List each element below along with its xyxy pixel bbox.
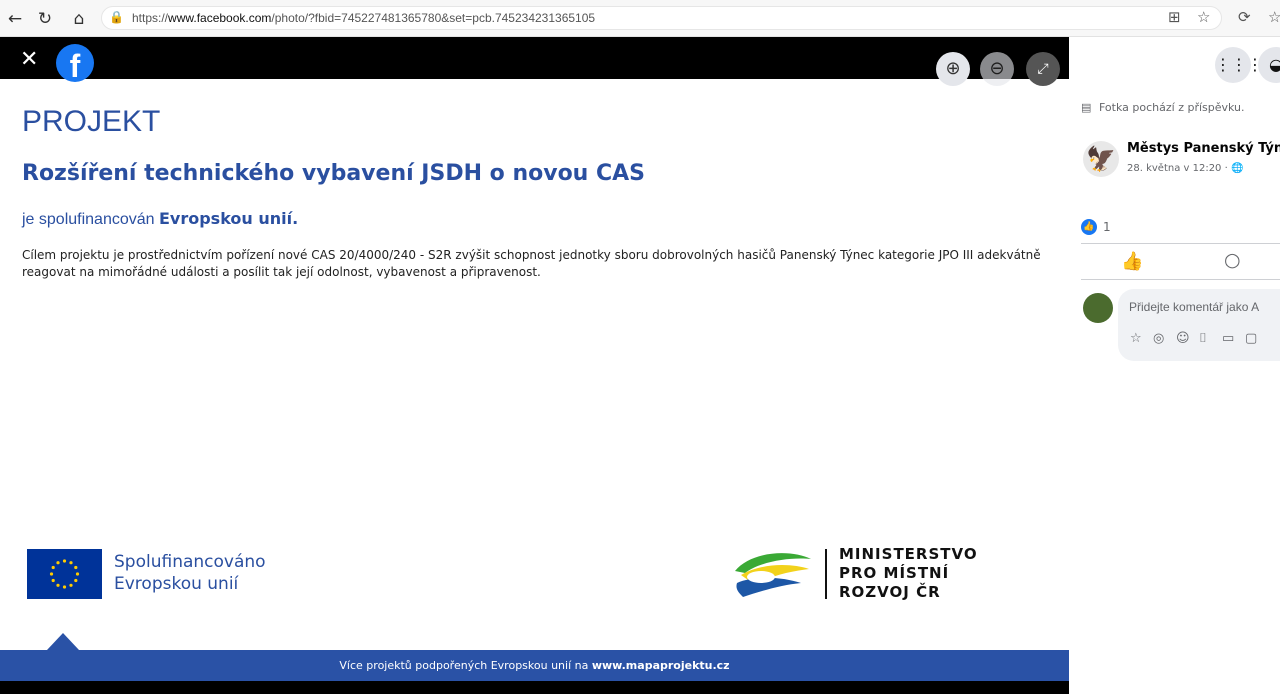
mmr-divider (825, 549, 827, 599)
browser-toolbar: ← ↻ ⌂ 🔒 https://www.facebook.com/photo/?… (0, 0, 1280, 37)
messenger-icon[interactable]: ◒ (1258, 47, 1280, 83)
zoom-in-icon[interactable]: ⊕ (936, 52, 970, 86)
emoji-icon[interactable]: ☺ (1176, 331, 1190, 346)
divider (1081, 279, 1280, 280)
mmr-logo-icon (731, 545, 815, 601)
url-text: https://www.facebook.com/photo/?fbid=745… (132, 11, 596, 25)
poster-triangle (47, 633, 79, 650)
author-avatar[interactable]: 🦅 (1083, 141, 1119, 177)
address-bar[interactable]: 🔒 https://www.facebook.com/photo/?fbid=7… (101, 6, 1222, 30)
avatar-sticker-icon[interactable]: ☆ (1130, 331, 1142, 346)
favorite-star-icon[interactable]: ☆ (1197, 8, 1210, 26)
favorites-icon[interactable]: ☆ (1268, 8, 1280, 26)
post-date[interactable]: 28. května v 12:20 · 🌐 (1127, 163, 1243, 174)
gif-icon[interactable]: ▭ (1222, 331, 1234, 346)
user-avatar[interactable] (1083, 293, 1113, 323)
author-name[interactable]: Městys Panenský Týnec (1127, 141, 1280, 156)
cofinanced-line: je spolufinancován Evropskou unií. (22, 209, 299, 228)
apps-menu-icon[interactable]: ⋮⋮⋮ (1215, 47, 1263, 83)
poster-title: PROJEKT (22, 105, 161, 138)
mask-icon[interactable]: ◎ (1153, 331, 1164, 346)
split-screen-icon[interactable]: ⊞ (1168, 8, 1181, 26)
mmr-name: MINISTERSTVO PRO MÍSTNÍ ROZVOJ ČR (839, 545, 978, 601)
post-icon: ▤ (1081, 101, 1092, 114)
post-side-panel: ⋮⋮⋮ ◒ ▤ Fotka pochází z příspěvku. 🦅 Měst… (1069, 37, 1280, 694)
viewer-topbar (0, 37, 1069, 79)
sticker-icon[interactable]: ▢ (1245, 331, 1257, 346)
like-button-icon[interactable]: 👍 (1121, 251, 1143, 272)
comment-button-icon[interactable]: ○ (1224, 249, 1241, 271)
lock-icon[interactable]: 🔒 (109, 10, 124, 24)
divider (1081, 243, 1280, 244)
poster-footer-band: Více projektů podpořených Evropskou unií… (0, 650, 1069, 681)
photo-viewer: ✕ f ⊕ ⊖ ⤢ PROJEKT Rozšíření technického … (0, 37, 1069, 694)
project-name: Rozšíření technického vybavení JSDH o no… (22, 161, 646, 186)
photo-origin[interactable]: ▤ Fotka pochází z příspěvku. (1081, 101, 1245, 114)
fullscreen-icon[interactable]: ⤢ (1026, 52, 1060, 86)
project-description: Cílem projektu je prostřednictvím poříze… (22, 248, 1041, 279)
comment-placeholder: Přidejte komentář jako A (1129, 300, 1260, 314)
eu-flag-icon (27, 549, 102, 599)
eu-cofinanced-text: Spolufinancováno Evropskou unií (114, 552, 266, 594)
home-icon[interactable]: ⌂ (68, 8, 90, 30)
viewer-bottom-strip (0, 681, 1069, 694)
back-icon[interactable]: ← (4, 8, 26, 30)
close-icon[interactable]: ✕ (20, 49, 38, 71)
zoom-out-icon[interactable]: ⊖ (980, 52, 1014, 86)
facebook-logo-icon[interactable]: f (56, 44, 94, 84)
extensions-icon[interactable]: ⟳ (1238, 8, 1251, 26)
reload-icon[interactable]: ↻ (34, 8, 56, 30)
comment-input[interactable]: Přidejte komentář jako A ☆ ◎ ☺ ⌷ ▭ ▢ (1118, 289, 1280, 361)
camera-icon[interactable]: ⌷ (1199, 331, 1207, 346)
like-reaction-icon[interactable]: 👍 (1081, 219, 1097, 235)
like-count[interactable]: 1 (1103, 220, 1111, 234)
